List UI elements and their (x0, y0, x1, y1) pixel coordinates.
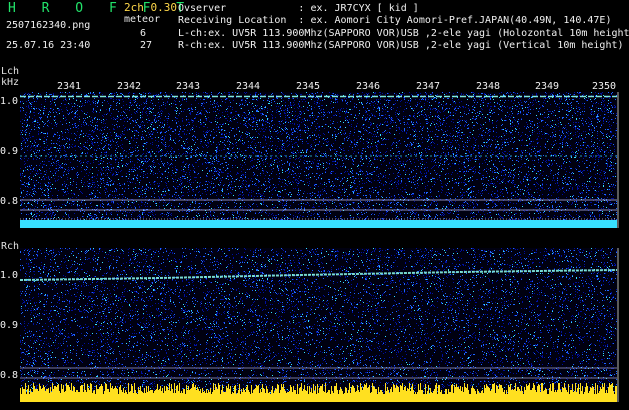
time-tick: 2350 (592, 81, 617, 92)
time-tick: 2348 (476, 81, 501, 92)
rch-tick-0-9: 0.9 (0, 320, 19, 331)
time-tick: 2341 (57, 81, 82, 92)
time-tick: 2342 (117, 81, 142, 92)
lch-tick-0-9: 0.9 (0, 146, 19, 157)
spectrogram-canvas (19, 92, 619, 402)
lch-tick-1-0: 1.0 (0, 96, 19, 107)
time-tick: 2344 (236, 81, 261, 92)
time-tick: 2347 (416, 81, 441, 92)
lch-right-edge (617, 92, 619, 228)
rch-tick-0-8: 0.8 (0, 370, 19, 381)
time-tick: 2349 (535, 81, 560, 92)
time-tick: 2346 (356, 81, 381, 92)
lch-baseline-band (20, 220, 617, 228)
rch-tick-1-0: 1.0 (0, 270, 19, 281)
lch-unit-label: kHz (1, 77, 20, 88)
lch-label: Lch (1, 66, 20, 77)
lch-tick-0-8: 0.8 (0, 196, 19, 207)
rch-panel-background (20, 248, 617, 402)
time-tick: 2343 (176, 81, 201, 92)
time-tick: 2345 (296, 81, 321, 92)
rch-label: Rch (1, 241, 20, 252)
rch-right-edge (617, 248, 619, 402)
